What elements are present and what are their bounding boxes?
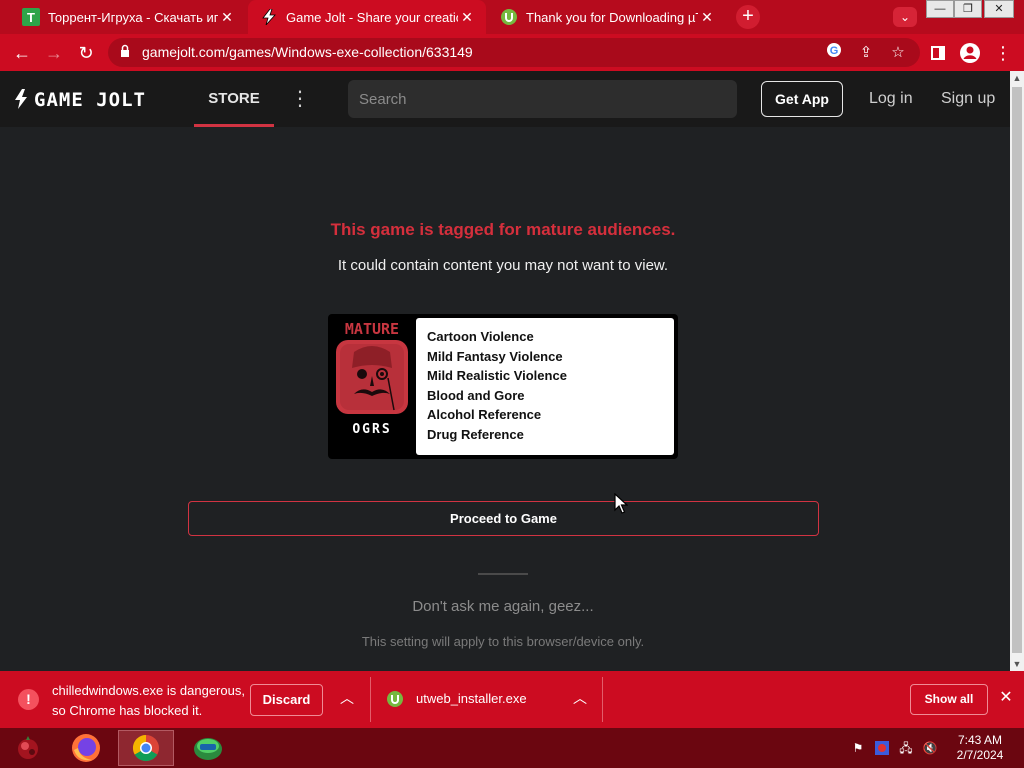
utorrent-favicon-icon (500, 8, 518, 26)
divider (478, 573, 528, 575)
gamejolt-favicon-icon (260, 8, 278, 26)
more-options-kebab-icon[interactable]: ⋮ (290, 87, 310, 111)
danger-warning-icon: ! (18, 689, 39, 710)
app-icon (194, 738, 222, 760)
content-descriptor: Alcohol Reference (427, 407, 542, 422)
discard-button[interactable]: Discard (250, 684, 323, 716)
dont-ask-again-link[interactable]: Don't ask me again, geez... (0, 598, 1006, 615)
reload-icon[interactable]: ↻ (73, 40, 99, 66)
log-in-link[interactable]: Log in (869, 71, 913, 127)
share-icon[interactable]: ⇪ (855, 42, 877, 64)
svg-text:G: G (830, 45, 839, 57)
profile-avatar-icon[interactable] (957, 40, 983, 66)
window-restore-button[interactable]: ❐ (954, 0, 982, 18)
content-descriptor: Mild Fantasy Violence (427, 348, 563, 364)
mature-content-gate: This game is tagged for mature audiences… (0, 127, 1010, 671)
content-descriptor: Blood and Gore (427, 387, 525, 403)
window-close-button[interactable]: ✕ (984, 0, 1014, 18)
divider (602, 677, 603, 722)
download-file-name[interactable]: utweb_installer.exe (416, 691, 527, 706)
tab-gamejolt[interactable]: Game Jolt - Share your creations ✕ (248, 0, 486, 34)
taskbar-app[interactable] (180, 730, 236, 766)
tab-close-icon[interactable]: ✕ (458, 9, 476, 26)
blocked-message-line1: chilledwindows.exe is dangerous, (52, 683, 245, 698)
browser-tab-strip: T Торрент-Игруха - Скачать игры ✕ Game J… (0, 0, 1024, 34)
action-center-flag-icon[interactable]: ⚑ (850, 740, 866, 756)
address-bar[interactable]: gamejolt.com/games/Windows-exe-collectio… (108, 38, 920, 67)
scroll-up-arrow-icon[interactable]: ▲ (1010, 71, 1024, 85)
page-scrollbar[interactable]: ▲ ▼ (1010, 71, 1024, 671)
chevron-up-icon[interactable]: ︿ (336, 687, 358, 709)
download-shelf: ! chilledwindows.exe is dangerous, so Ch… (0, 671, 1024, 728)
security-tray-icon[interactable] (874, 740, 890, 756)
blocked-download-message: chilledwindows.exe is dangerous, so Chro… (52, 681, 245, 721)
mature-warning-heading: This game is tagged for mature audiences… (330, 220, 676, 239)
start-orb-icon (18, 736, 38, 759)
content-descriptor: Drug Reference (427, 426, 524, 442)
taskbar-firefox[interactable] (58, 730, 114, 766)
site-header: GAME JOLT STORE ⋮ Get App Log in Sign up (0, 71, 1010, 127)
divider (370, 677, 371, 722)
tab-title: Game Jolt - Share your creations (286, 9, 458, 25)
chrome-icon (132, 734, 159, 762)
clock-time: 7:43 AM (957, 733, 1003, 747)
side-panel-icon[interactable] (925, 40, 951, 66)
tab-title: Торрент-Игруха - Скачать игры (48, 9, 218, 25)
ogrs-mature-rating-badge: MATURE OGRS (332, 318, 412, 455)
clock-date: 2/7/2024 (956, 748, 1004, 762)
scrollbar-thumb[interactable] (1012, 87, 1022, 653)
mature-warning-subheading: It could contain content you may not wan… (337, 257, 669, 274)
url-text: gamejolt.com/games/Windows-exe-collectio… (142, 44, 473, 60)
scroll-down-arrow-icon[interactable]: ▼ (1010, 657, 1024, 671)
tab-close-icon[interactable]: ✕ (218, 9, 236, 26)
nav-store[interactable]: STORE (194, 71, 274, 127)
setting-note: This setting will apply to this browser/… (361, 634, 645, 649)
browser-menu-kebab-icon[interactable]: ⋮ (990, 40, 1016, 66)
window-minimize-button[interactable]: — (926, 0, 954, 18)
windows-taskbar: ⚑ 🖧 🔇 7:43 AM 2/7/2024 (0, 728, 1024, 768)
taskbar-chrome[interactable] (118, 730, 174, 766)
badge-top-label: MATURE (345, 320, 399, 338)
browser-toolbar: ← → ↻ gamejolt.com/games/Windows-exe-col… (0, 34, 1024, 71)
tab-utorrent[interactable]: Thank you for Downloading µTor ✕ (488, 0, 726, 34)
search-input[interactable] (348, 80, 737, 118)
tab-title: Thank you for Downloading µTor (526, 9, 698, 25)
gamejolt-logo[interactable]: GAME JOLT (14, 88, 180, 110)
back-arrow-icon[interactable]: ← (9, 40, 35, 66)
utorrent-file-icon (387, 691, 403, 707)
tab-close-icon[interactable]: ✕ (698, 9, 716, 26)
volume-muted-icon[interactable]: 🔇 (922, 740, 938, 756)
tab-torrent-igruha[interactable]: T Торрент-Игруха - Скачать игры ✕ (10, 0, 246, 34)
bookmark-star-icon[interactable]: ☆ (887, 42, 909, 64)
show-all-downloads-button[interactable]: Show all (910, 684, 988, 715)
torrent-igruha-favicon-icon: T (22, 8, 40, 26)
google-icon[interactable]: G (823, 42, 845, 64)
mouse-cursor-icon (614, 493, 628, 514)
proceed-to-game-button[interactable]: Proceed to Game (188, 501, 819, 536)
taskbar-clock[interactable]: 7:43 AM 2/7/2024 (950, 733, 1010, 763)
content-descriptor: Mild Realistic Violence (427, 368, 567, 383)
start-button[interactable] (0, 730, 56, 766)
badge-bottom-label: OGRS (352, 422, 391, 437)
logo-text: GAME JOLT (34, 89, 146, 110)
content-descriptor-list: Cartoon Violence Mild Fantasy Violence M… (416, 318, 674, 455)
content-descriptor: Cartoon Violence (427, 329, 534, 344)
content-rating-card: MATURE OGRS Cartoon Violence Mild Fantas… (328, 314, 678, 459)
blocked-message-line2: so Chrome has blocked it. (52, 703, 203, 718)
sign-up-link[interactable]: Sign up (941, 71, 995, 127)
lock-icon (121, 44, 129, 57)
network-icon[interactable]: 🖧 (898, 740, 914, 756)
get-app-button[interactable]: Get App (761, 81, 843, 117)
new-tab-button[interactable]: + (736, 5, 760, 29)
forward-arrow-icon[interactable]: → (41, 40, 67, 66)
tab-search-chevron-icon[interactable]: ⌄ (893, 7, 917, 27)
firefox-icon (72, 734, 100, 762)
chevron-up-icon[interactable]: ︿ (569, 687, 591, 709)
close-shelf-icon[interactable]: ✕ (996, 687, 1016, 709)
